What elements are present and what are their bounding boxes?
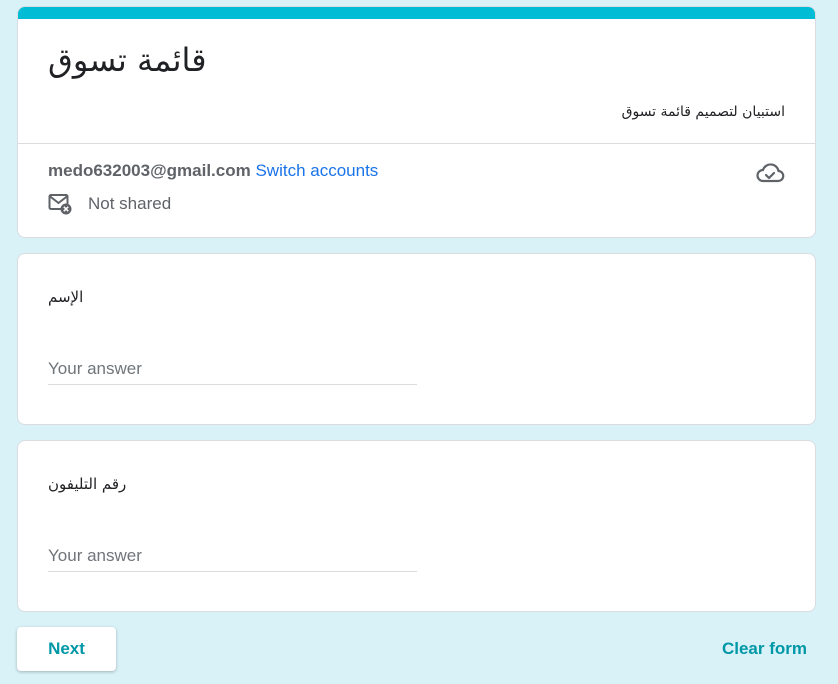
share-status-row: Not shared (48, 193, 171, 215)
account-row: medo632003@gmail.com Switch accounts (48, 161, 378, 181)
cloud-check-icon (756, 163, 785, 183)
account-email: medo632003@gmail.com (48, 161, 251, 180)
form-title: قائمة تسوق (48, 41, 207, 79)
phone-answer-input[interactable] (48, 541, 417, 572)
mail-not-shared-icon (48, 194, 72, 215)
question-card: رقم التليفون (17, 440, 816, 612)
question-card: الإسم (17, 253, 816, 425)
form-description: استبيان لتصميم قائمة تسوق (621, 104, 785, 120)
form-header-card: قائمة تسوق استبيان لتصميم قائمة تسوق med… (17, 6, 816, 238)
switch-accounts-link[interactable]: Switch accounts (255, 161, 378, 180)
next-button[interactable]: Next (17, 627, 116, 671)
divider (18, 143, 815, 144)
question-label: رقم التليفون (48, 475, 127, 493)
clear-form-button[interactable]: Clear form (722, 639, 807, 659)
name-answer-input[interactable] (48, 354, 417, 385)
accent-bar (18, 7, 815, 19)
share-status-text: Not shared (88, 194, 172, 213)
question-label: الإسم (48, 288, 84, 306)
